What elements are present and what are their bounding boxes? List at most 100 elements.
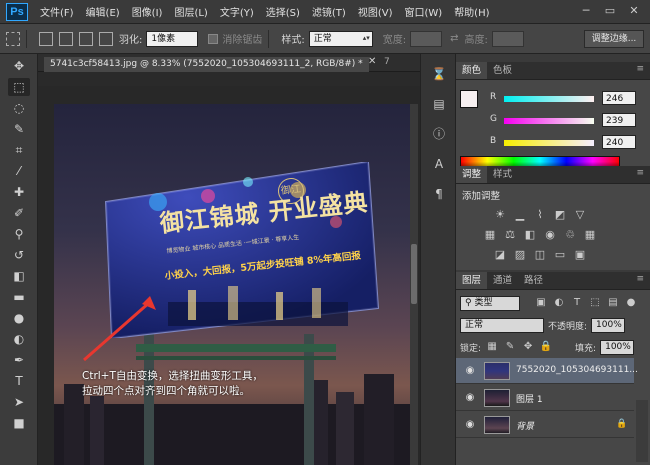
gradient-tool-icon[interactable]: ▬ [8, 288, 30, 306]
filter-toggle-icon[interactable]: ● [624, 296, 638, 310]
character-icon[interactable]: A [428, 154, 450, 174]
next-document-tab[interactable]: 7 [384, 57, 390, 67]
channel-mixer-icon[interactable]: ♲ [562, 228, 578, 242]
clone-stamp-tool-icon[interactable]: ⚲ [8, 225, 30, 243]
tab-paths[interactable]: 路径 [518, 272, 549, 289]
marquee-tool-icon[interactable]: ⬚ [8, 78, 30, 96]
vertical-scrollbar[interactable] [410, 104, 418, 465]
r-value-input[interactable]: 246 [602, 91, 636, 105]
menu-select[interactable]: 选择(S) [266, 4, 300, 19]
add-selection-icon[interactable] [59, 31, 73, 46]
color-balance-icon[interactable]: ⚖ [502, 228, 518, 242]
b-value-input[interactable]: 240 [602, 135, 636, 149]
layers-scrollbar[interactable] [636, 400, 648, 462]
pixel-filter-icon[interactable]: ▣ [534, 296, 548, 310]
document-tab[interactable]: 5741c3cf58413.jpg @ 8.33% (7552020_10530… [44, 57, 369, 72]
black-white-icon[interactable]: ◧ [522, 228, 538, 242]
menu-image[interactable]: 图像(I) [132, 4, 163, 19]
eye-icon[interactable]: ◉ [464, 365, 476, 377]
shape-tool-icon[interactable]: ■ [8, 414, 30, 432]
move-tool-icon[interactable]: ✥ [8, 57, 30, 75]
invert-icon[interactable]: ◪ [492, 248, 508, 262]
subtract-selection-icon[interactable] [79, 31, 93, 46]
crop-tool-icon[interactable]: ⌗ [8, 141, 30, 159]
layer-row[interactable]: ◉ 背景 🔒 [456, 412, 634, 438]
width-input[interactable] [410, 30, 443, 47]
intersect-selection-icon[interactable] [99, 31, 113, 46]
tab-swatches[interactable]: 色板 [487, 62, 518, 79]
brush-tool-icon[interactable]: ✐ [8, 204, 30, 222]
blur-tool-icon[interactable]: ● [8, 309, 30, 327]
type-tool-icon[interactable]: T [8, 372, 30, 390]
close-icon[interactable]: ✕ [368, 56, 376, 67]
menu-layer[interactable]: 图层(L) [174, 4, 207, 19]
tab-channels[interactable]: 通道 [487, 272, 518, 289]
g-slider[interactable] [504, 118, 594, 124]
tab-adjustments[interactable]: 调整 [456, 166, 488, 183]
fill-input[interactable]: 100% [600, 339, 635, 355]
menu-type[interactable]: 文字(Y) [220, 4, 254, 19]
gradient-map-icon[interactable]: ▭ [552, 248, 568, 262]
menu-window[interactable]: 窗口(W) [404, 4, 442, 19]
height-input[interactable] [491, 30, 524, 47]
new-selection-icon[interactable] [39, 31, 53, 46]
layer-filter-select[interactable]: ⚲ 类型 [460, 295, 520, 311]
tab-layers[interactable]: 图层 [456, 272, 488, 289]
brightness-icon[interactable]: ☀ [492, 208, 508, 222]
menu-file[interactable]: 文件(F) [40, 4, 74, 19]
panel-menu-icon[interactable]: ≡ [636, 274, 644, 284]
refine-edge-button[interactable]: 调整边缘... [584, 30, 644, 48]
lasso-tool-icon[interactable]: ◌ [8, 99, 30, 117]
tab-color[interactable]: 颜色 [456, 62, 488, 79]
threshold-icon[interactable]: ◫ [532, 248, 548, 262]
canvas[interactable]: 御江 御江锦城 开业盛典 博览物业 城市核心 品质生活 ·一城江景 · 尊享人生… [54, 104, 410, 465]
eye-icon[interactable]: ◉ [464, 392, 476, 404]
minimize-button[interactable]: ─ [576, 3, 596, 19]
opacity-input[interactable]: 100% [591, 317, 626, 333]
curves-icon[interactable]: ⌇ [532, 208, 548, 222]
dodge-tool-icon[interactable]: ◐ [8, 330, 30, 348]
tab-styles[interactable]: 样式 [487, 166, 518, 183]
menu-edit[interactable]: 编辑(E) [86, 4, 120, 19]
eye-icon[interactable]: ◉ [464, 419, 476, 431]
menu-help[interactable]: 帮助(H) [454, 4, 489, 19]
lock-transparency-icon[interactable]: ▦ [485, 340, 499, 354]
posterize-icon[interactable]: ▨ [512, 248, 528, 262]
exposure-icon[interactable]: ◩ [552, 208, 568, 222]
quick-select-tool-icon[interactable]: ✎ [8, 120, 30, 138]
menu-view[interactable]: 视图(V) [358, 4, 393, 19]
layer-row[interactable]: ◉ 7552020_105304693111... [456, 358, 638, 384]
hue-saturation-icon[interactable]: ▦ [482, 228, 498, 242]
menu-filter[interactable]: 滤镜(T) [312, 4, 346, 19]
blend-mode-select[interactable]: 正常 [460, 317, 544, 333]
b-slider[interactable] [504, 140, 594, 146]
selective-color-icon[interactable]: ▣ [572, 248, 588, 262]
panel-menu-icon[interactable]: ≡ [636, 64, 644, 74]
marquee-tool-icon[interactable] [6, 31, 20, 46]
antialias-checkbox[interactable] [208, 33, 219, 44]
adjustment-filter-icon[interactable]: ◐ [552, 296, 566, 310]
style-select[interactable]: 正常 [308, 30, 373, 47]
r-slider[interactable] [504, 96, 594, 102]
panel-menu-icon[interactable]: ≡ [636, 168, 644, 178]
type-filter-icon[interactable]: T [570, 296, 584, 310]
paragraph-icon[interactable]: ¶ [428, 184, 450, 204]
lock-position-icon[interactable]: ✥ [521, 340, 535, 354]
scroll-thumb[interactable] [411, 244, 417, 304]
history-brush-tool-icon[interactable]: ↺ [8, 246, 30, 264]
color-lookup-icon[interactable]: ▦ [582, 228, 598, 242]
lock-all-icon[interactable]: 🔒 [539, 340, 553, 354]
foreground-color-swatch[interactable] [460, 90, 478, 108]
eyedropper-tool-icon[interactable]: ⁄ [8, 162, 30, 180]
levels-icon[interactable]: ▁ [512, 208, 528, 222]
vibrance-icon[interactable]: ▽ [572, 208, 588, 222]
path-select-tool-icon[interactable]: ➤ [8, 393, 30, 411]
photo-filter-icon[interactable]: ◉ [542, 228, 558, 242]
lock-pixels-icon[interactable]: ✎ [503, 340, 517, 354]
swap-icon[interactable]: ⇄ [450, 33, 458, 44]
feather-input[interactable]: 1像素 [146, 30, 199, 47]
close-button[interactable]: ✕ [624, 3, 644, 19]
history-icon[interactable]: ⌛ [428, 64, 450, 84]
smart-object-filter-icon[interactable]: ▤ [606, 296, 620, 310]
restore-button[interactable]: ▭ [600, 3, 620, 19]
